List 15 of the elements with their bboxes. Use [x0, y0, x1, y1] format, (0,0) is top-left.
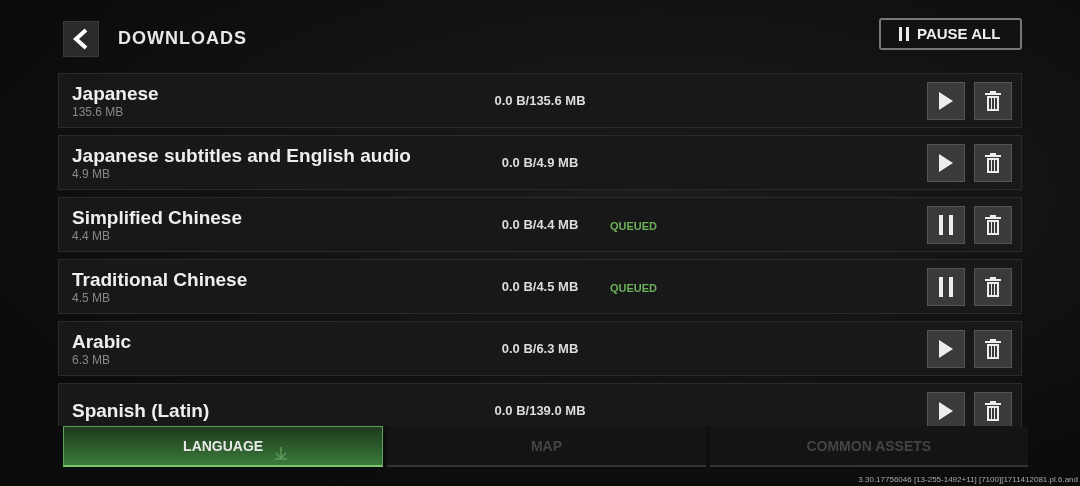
download-name: Arabic [72, 330, 133, 353]
download-name: Simplified Chinese [72, 206, 243, 229]
status-label: QUEUED [610, 281, 658, 294]
download-size: 6.3 MB [72, 352, 111, 367]
download-name: Japanese subtitles and English audio [72, 144, 412, 167]
download-name: Japanese [72, 82, 160, 105]
page-title: DOWNLOADS [118, 28, 247, 49]
download-name: Spanish (Latin) [72, 399, 211, 422]
status-label: QUEUED [610, 219, 658, 232]
download-size: 135.6 MB [72, 104, 125, 119]
build-info: 3.30.17756046 [13-255-1492+11] [7100][1711412081.pl.6.and [858, 475, 1078, 484]
download-size: 4.5 MB [72, 290, 111, 305]
download-size: 4.4 MB [72, 228, 111, 243]
download-size: 4.9 MB [72, 166, 111, 181]
download-name: Traditional Chinese [72, 268, 249, 291]
